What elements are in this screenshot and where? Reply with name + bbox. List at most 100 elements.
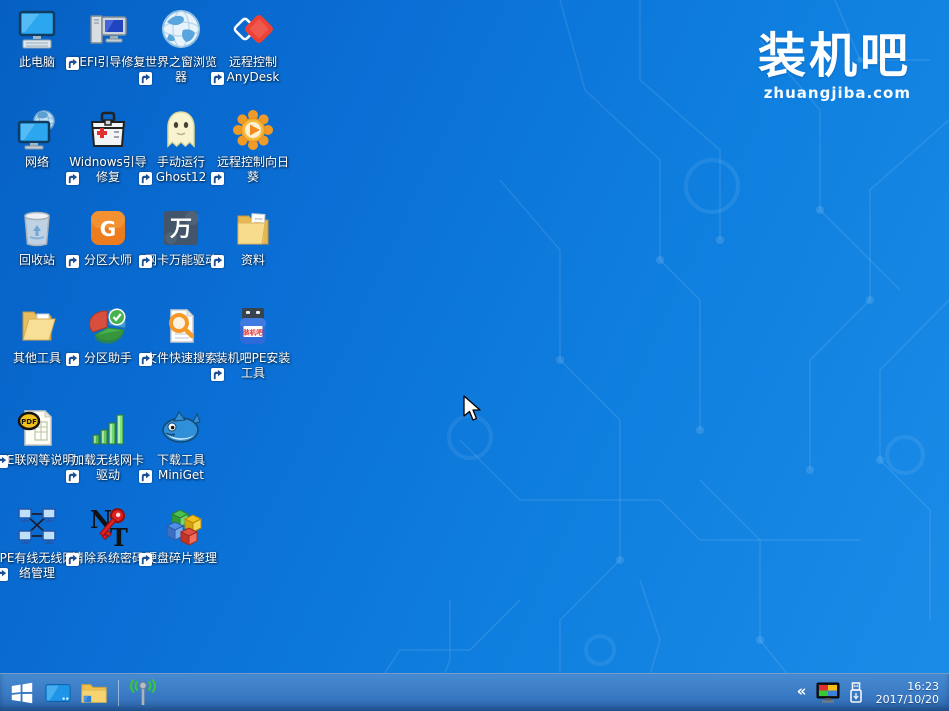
icon-label: 其他工具 <box>13 351 61 366</box>
desktop-icon-universal-nic-driver[interactable]: 万 网卡万能驱动 <box>141 206 221 268</box>
icon-label: 加载无线网卡驱动 <box>68 453 148 483</box>
shortcut-arrow-icon <box>66 353 79 366</box>
defrag-cubes-icon <box>159 504 203 548</box>
shortcut-arrow-icon <box>66 470 79 483</box>
folder-documents-icon <box>231 206 275 250</box>
antenna-icon <box>128 679 158 707</box>
shortcut-arrow-icon <box>66 172 79 185</box>
desktop-icon-world-window-browser[interactable]: 世界之窗浏览器 <box>141 8 221 85</box>
display-settings-tray-button[interactable] <box>814 678 842 708</box>
taskbar: « <box>0 673 949 711</box>
icon-label: 世界之窗浏览器 <box>141 55 221 85</box>
icon-label: 此电脑 <box>19 55 55 70</box>
icon-label: 手动运行Ghost12 <box>141 155 221 185</box>
desktop-icon-pe-network-readme[interactable]: PDF PE联网等说明 <box>0 406 77 468</box>
icon-label: 分区大师 <box>84 253 132 268</box>
shortcut-arrow-icon <box>211 72 224 85</box>
shortcut-arrow-icon <box>66 57 79 70</box>
network-icon <box>15 108 59 152</box>
ghost-icon <box>159 108 203 152</box>
network-topology-icon <box>15 504 59 548</box>
icon-label: 远程控制AnyDesk <box>213 55 293 85</box>
desktop-monitor-icon <box>44 680 72 706</box>
icon-label: Widnows引导修复 <box>68 155 148 185</box>
start-button[interactable] <box>6 678 38 708</box>
icon-label: 下载工具MiniGet <box>141 453 221 483</box>
taskbar-left-group <box>0 678 159 708</box>
clock-time: 16:23 <box>876 680 939 693</box>
shortcut-arrow-icon <box>211 172 224 185</box>
desktop-icon-uefi-boot-repair[interactable]: UEFI引导修复 <box>68 8 148 70</box>
shortcut-arrow-icon <box>211 368 224 381</box>
wireless-tool-button[interactable] <box>127 678 159 708</box>
desktop-icon-network[interactable]: 网络 <box>0 108 77 170</box>
icon-label: 网络 <box>25 155 49 170</box>
sunflower-icon <box>231 108 275 152</box>
pdf-glyph: PDF <box>21 418 37 426</box>
icon-label: 文件快速搜索 <box>145 351 217 366</box>
anydesk-icon <box>231 8 275 52</box>
partition-master-glyph: G <box>100 217 116 241</box>
shark-icon <box>159 406 203 450</box>
icon-label: 资料 <box>241 253 265 268</box>
shortcut-arrow-icon <box>139 553 152 566</box>
desktop-icon-quick-file-search[interactable]: 文件快速搜索 <box>141 304 221 366</box>
shortcut-arrow-icon <box>139 255 152 268</box>
tray-clock[interactable]: 16:23 2017/10/20 <box>870 680 943 706</box>
clock-date: 2017/10/20 <box>876 693 939 706</box>
shortcut-arrow-icon <box>0 455 8 468</box>
shortcut-arrow-icon <box>0 568 8 581</box>
desktop-icon-pe-network-manager[interactable]: PE有线无线网络管理 <box>0 504 77 581</box>
show-hidden-icons-button[interactable]: « <box>792 678 812 708</box>
pie-partition-icon <box>86 304 130 348</box>
desktop-icon-disk-defrag[interactable]: 硬盘碎片整理 <box>141 504 221 566</box>
icon-label: 远程控制向日葵 <box>213 155 293 185</box>
desktop-icon-anydesk-remote[interactable]: 远程控制AnyDesk <box>213 8 293 85</box>
recycle-bin-icon <box>15 206 59 250</box>
usb-eject-tray-button[interactable] <box>844 678 868 708</box>
chevron-left-icon: « <box>797 684 807 701</box>
desktop-icon-load-wifi-driver[interactable]: 加载无线网卡驱动 <box>68 406 148 483</box>
desktop-icon-partition-assistant[interactable]: 分区助手 <box>68 304 148 366</box>
taskbar-separator <box>118 680 119 706</box>
show-desktop-button[interactable] <box>42 678 74 708</box>
file-explorer-button[interactable] <box>78 678 110 708</box>
shortcut-arrow-icon <box>139 470 152 483</box>
desktop: 装机吧 zhuangjiba.com 此电脑 <box>0 0 949 711</box>
taskbar-tray: « <box>792 678 949 708</box>
desktop-icon-documents-folder[interactable]: 资料 <box>213 206 293 268</box>
pdf-doc-icon: PDF <box>15 406 59 450</box>
usb-label-glyph: 装机吧 <box>242 328 263 337</box>
desktop-icon-windows-boot-repair[interactable]: Widnows引导修复 <box>68 108 148 185</box>
desktop-icon-partition-master[interactable]: G 分区大师 <box>68 206 148 268</box>
icon-label: UEFI引导修复 <box>71 55 146 70</box>
shortcut-arrow-icon <box>139 353 152 366</box>
this-pc-icon <box>15 8 59 52</box>
wan-glyph: 万 <box>169 217 192 242</box>
icon-label: 清除系统密码 <box>72 551 144 566</box>
desktop-icon-miniget-downloader[interactable]: 下载工具MiniGet <box>141 406 221 483</box>
desktop-icon-ghost12-manual-run[interactable]: 手动运行Ghost12 <box>141 108 221 185</box>
desktop-icon-zhuangjiba-pe-installer[interactable]: 装机吧 装机吧PE安装工具 <box>213 304 293 381</box>
shortcut-arrow-icon <box>139 172 152 185</box>
brand-domain: zhuangjiba.com <box>758 84 911 102</box>
icon-label: 回收站 <box>19 253 55 268</box>
shortcut-arrow-icon <box>66 553 79 566</box>
diskgenius-icon: G <box>86 206 130 250</box>
shortcut-arrow-icon <box>139 72 152 85</box>
nt-glyph-t: T <box>110 523 128 548</box>
signal-bars-icon <box>86 406 130 450</box>
shortcut-arrow-icon <box>211 255 224 268</box>
usb-drive-icon <box>847 681 865 705</box>
file-search-icon <box>159 304 203 348</box>
icon-label: 网卡万能驱动 <box>145 253 217 268</box>
desktop-icon-clear-system-password[interactable]: N T 清除系统密码 <box>68 504 148 566</box>
mouse-cursor <box>463 395 485 423</box>
icon-label: PE联网等说明 <box>0 453 74 468</box>
desktop-icon-sunflower-remote[interactable]: 远程控制向日葵 <box>213 108 293 185</box>
windows-logo-icon <box>9 680 35 706</box>
icon-label: 装机吧PE安装工具 <box>213 351 293 381</box>
icon-label: 硬盘碎片整理 <box>145 551 217 566</box>
wan-driver-icon: 万 <box>159 206 203 250</box>
toolbox-repair-icon <box>86 108 130 152</box>
